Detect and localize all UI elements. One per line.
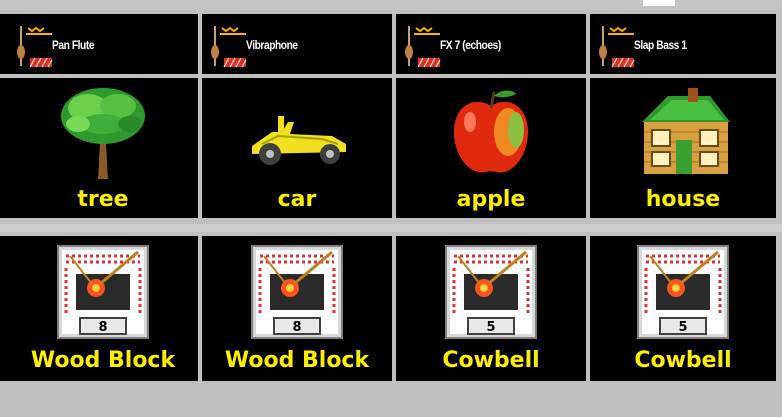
percussion-label: Wood Block (224, 348, 370, 373)
instrument-name: FX 7 (echoes) (440, 38, 501, 52)
instrument-row: Pan Flute Vibraphone FX 7 (echoes) Slap … (8, 14, 782, 74)
house-icon (642, 88, 730, 174)
percussion-label: Wood Block (30, 348, 176, 373)
percussion-cell[interactable]: 8 Wood Block (202, 236, 392, 381)
picture-label: tree (77, 187, 129, 212)
left-edge (0, 236, 8, 381)
instrument-icon (405, 26, 441, 68)
picture-label: apple (456, 187, 526, 212)
percussion-label: Cowbell (634, 348, 732, 373)
instrument-name: Vibraphone (246, 38, 298, 52)
instrument-icon (211, 26, 247, 68)
drum-machine-icon: 5 (445, 245, 537, 339)
picture-cell[interactable]: apple (396, 78, 586, 218)
instrument-name: Pan Flute (52, 38, 95, 52)
percussion-cell[interactable]: 5 Cowbell (396, 236, 586, 381)
picture-cell[interactable]: tree (8, 78, 198, 218)
picture-cell[interactable]: car (202, 78, 392, 218)
drum-machine-icon: 5 (637, 245, 729, 339)
percussion-number: 5 (678, 320, 687, 335)
percussion-number: 8 (292, 320, 301, 335)
picture-label: house (645, 187, 721, 212)
picture-label: car (277, 187, 317, 212)
percussion-number: 8 (98, 320, 107, 335)
car-icon (252, 116, 346, 165)
percussion-cell[interactable]: 5 Cowbell (590, 236, 776, 381)
percussion-label: Cowbell (442, 348, 540, 373)
instrument-icon (17, 26, 53, 68)
picture-cell[interactable]: house (590, 78, 776, 218)
percussion-number: 5 (486, 320, 495, 335)
instrument-cell[interactable]: Pan Flute (8, 14, 198, 74)
instrument-cell[interactable]: Slap Bass 1 (590, 14, 776, 74)
picture-row: tree car apple house (8, 78, 782, 218)
drum-machine-icon: 8 (251, 245, 343, 339)
left-edge (0, 14, 8, 74)
percussion-row: 8 Wood Block 8 Wood Block 5 Cowbell 5 Co… (8, 236, 782, 381)
instrument-name: Slap Bass 1 (634, 38, 687, 52)
bottom-bar (0, 381, 782, 417)
instrument-cell[interactable]: FX 7 (echoes) (396, 14, 586, 74)
instrument-icon (599, 26, 635, 68)
drum-machine-icon: 8 (57, 245, 149, 339)
percussion-cell[interactable]: 8 Wood Block (8, 236, 198, 381)
window-notch (643, 0, 675, 6)
row-divider (0, 224, 782, 232)
top-strip (0, 0, 782, 10)
instrument-cell[interactable]: Vibraphone (202, 14, 392, 74)
apple-icon (454, 90, 528, 173)
left-edge (0, 78, 8, 218)
tree-icon (61, 88, 145, 179)
